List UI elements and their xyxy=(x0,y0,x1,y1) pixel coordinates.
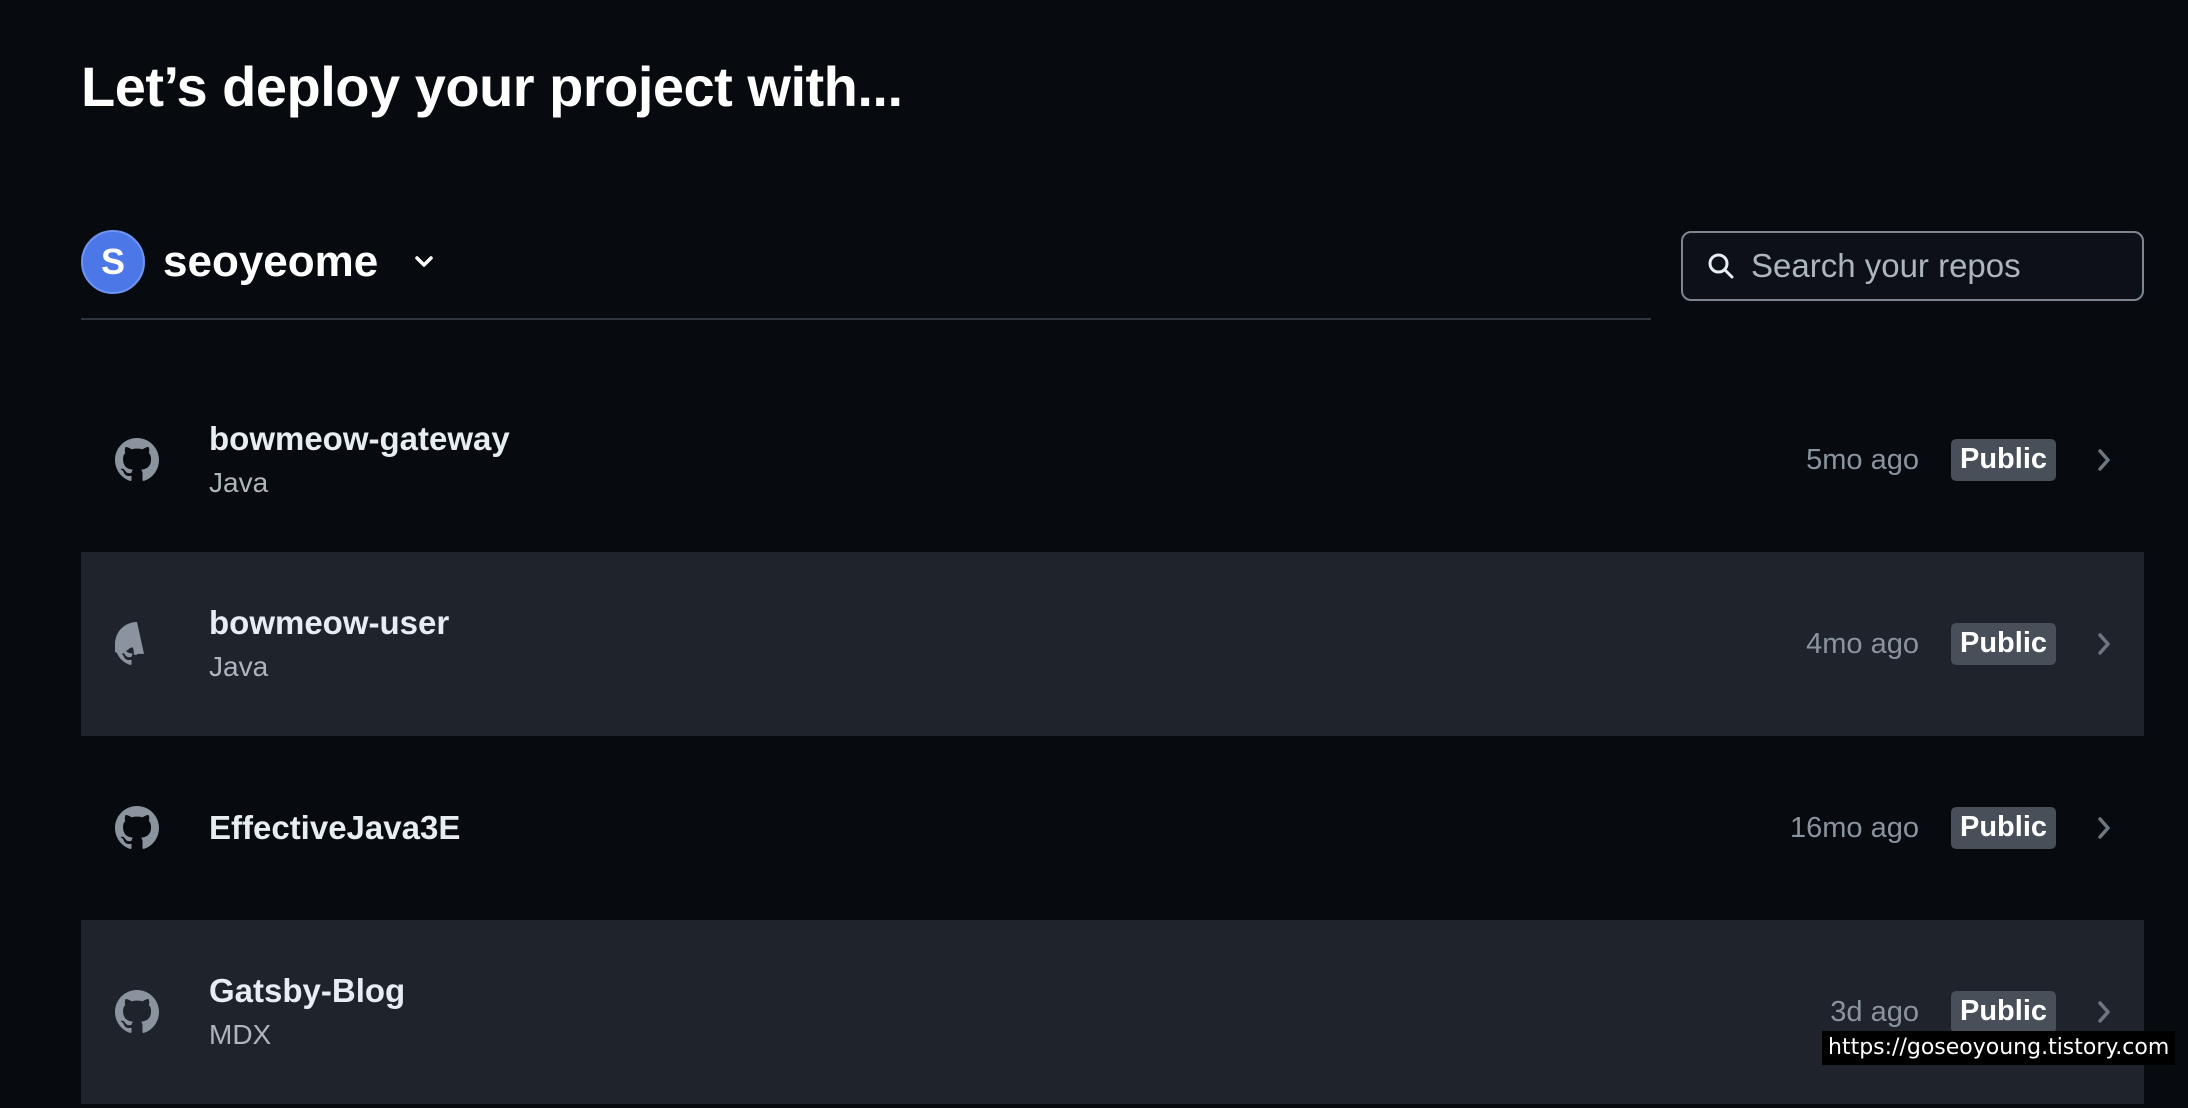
visibility-badge: Public xyxy=(1950,991,2056,1033)
avatar: S xyxy=(81,230,145,294)
repo-name[interactable]: EffectiveJava3E xyxy=(209,807,460,849)
repo-language: Java xyxy=(209,651,269,682)
chevron-right-icon[interactable] xyxy=(2094,998,2114,1026)
repo-updated-time: 4mo ago xyxy=(1806,627,1919,660)
repo-row[interactable]: bowmeow-gateway Java 5mo ago Public xyxy=(81,368,2144,552)
repo-info: EffectiveJava3E xyxy=(209,736,460,920)
account-name: seoyeome xyxy=(163,237,379,286)
github-icon xyxy=(115,990,159,1034)
watermark-url: https://goseoyoung.tistory.com xyxy=(1822,1031,2176,1065)
github-icon xyxy=(115,806,159,850)
repo-row[interactable]: EffectiveJava3E 16mo ago Public xyxy=(81,736,2144,920)
github-icon xyxy=(115,438,159,482)
chevron-down-icon[interactable] xyxy=(412,250,436,274)
account-switcher[interactable]: S seoyeome xyxy=(81,230,436,294)
repo-language: MDX xyxy=(209,1019,272,1050)
repo-name[interactable]: bowmeow-user xyxy=(209,602,449,644)
search-input[interactable] xyxy=(1749,235,2178,297)
visibility-badge: Public xyxy=(1950,807,2056,849)
repo-list: bowmeow-gateway Java 5mo ago Public bowm… xyxy=(81,368,2144,1104)
repo-updated-time: 5mo ago xyxy=(1806,443,1919,476)
search-icon xyxy=(1707,251,1735,281)
repo-meta: 5mo ago Public xyxy=(1806,368,2114,552)
repo-meta: 16mo ago Public xyxy=(1790,736,2114,920)
repo-meta: 4mo ago Public xyxy=(1806,552,2114,736)
repo-info: bowmeow-gateway Java xyxy=(209,368,510,552)
chevron-right-icon[interactable] xyxy=(2094,446,2114,474)
repo-row[interactable]: bowmeow-user Java 4mo ago Public xyxy=(81,552,2144,736)
deploy-page: Let’s deploy your project with... S seoy… xyxy=(0,0,2188,1108)
repo-meta: 3d ago Public xyxy=(1830,920,2114,1104)
repo-info: bowmeow-user Java xyxy=(209,552,449,736)
visibility-badge: Public xyxy=(1950,439,2056,481)
repo-updated-time: 3d ago xyxy=(1830,995,1919,1028)
chevron-right-icon[interactable] xyxy=(2094,630,2114,658)
repo-updated-time: 16mo ago xyxy=(1789,811,1919,844)
search-box[interactable] xyxy=(1681,231,2178,301)
repo-info: Gatsby-Blog MDX xyxy=(209,920,405,1104)
repo-row[interactable]: Gatsby-Blog MDX 3d ago Public xyxy=(81,920,2144,1104)
chevron-right-icon[interactable] xyxy=(2094,814,2114,842)
repo-name[interactable]: bowmeow-gateway xyxy=(209,418,510,460)
account-header: S seoyeome xyxy=(81,230,1651,320)
repo-name[interactable]: Gatsby-Blog xyxy=(209,970,405,1012)
visibility-badge: Public xyxy=(1950,623,2056,665)
page-title: Let’s deploy your project with... xyxy=(81,55,903,118)
repo-language: Java xyxy=(209,467,269,498)
github-icon xyxy=(111,622,159,666)
